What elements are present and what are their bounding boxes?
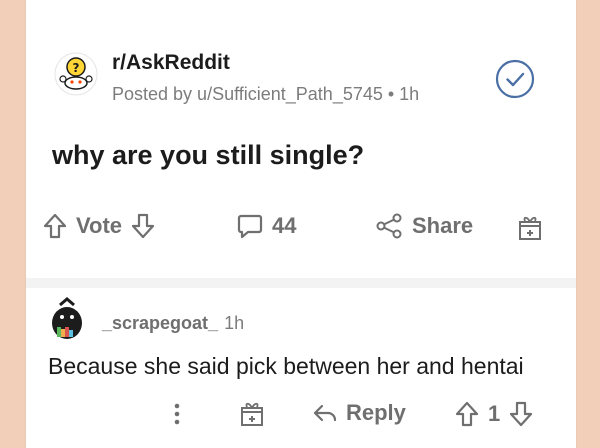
more-options-button[interactable] [172, 400, 182, 428]
vote-group: Vote [42, 212, 156, 240]
post-title[interactable]: why are you still single? [52, 140, 364, 171]
award-button[interactable] [516, 212, 544, 242]
award-gift-icon [516, 212, 544, 242]
share-label: Share [412, 213, 474, 238]
reply-label: Reply [346, 400, 406, 425]
share-button[interactable]: Share [374, 212, 473, 240]
post-card: ? r/AskReddit Posted by u/Sufficient_Pat… [26, 0, 576, 448]
more-dots-icon [172, 400, 182, 428]
post-meta: Posted by u/Sufficient_Path_5745 • 1h [112, 84, 420, 104]
joined-check-icon[interactable] [494, 58, 536, 100]
comments-count: 44 [272, 213, 297, 238]
vote-label: Vote [76, 213, 123, 238]
comment-vote-count: 1 [488, 401, 501, 426]
comment-username[interactable]: _scrapegoat_ [102, 313, 218, 333]
comment-action-bar: Reply 1 [26, 392, 576, 440]
comments-button[interactable]: 44 [236, 212, 296, 240]
share-icon [374, 212, 404, 240]
comment-bubble-icon [236, 212, 264, 240]
post-action-bar: Vote 44 Share [26, 204, 576, 254]
subreddit-avatar-icon[interactable]: ? [54, 52, 98, 96]
reply-arrow-icon [312, 401, 338, 425]
comment-time: 1h [224, 313, 245, 333]
upvote-arrow-icon[interactable] [454, 400, 480, 428]
award-gift-icon [238, 398, 266, 428]
comment-avatar-icon[interactable] [48, 297, 86, 341]
svg-text:?: ? [73, 61, 80, 75]
section-divider [26, 278, 576, 288]
downvote-arrow-icon[interactable] [130, 212, 156, 240]
upvote-arrow-icon[interactable] [42, 212, 68, 240]
comment-body: Because she said pick between her and he… [48, 353, 524, 379]
subreddit-name[interactable]: r/AskReddit [112, 51, 230, 75]
comment-award-button[interactable] [238, 398, 266, 428]
post: ? r/AskReddit Posted by u/Sufficient_Pat… [26, 0, 576, 276]
reply-button[interactable]: Reply [312, 400, 406, 426]
comment-author[interactable]: _scrapegoat_ 1h [102, 313, 244, 334]
downvote-arrow-icon[interactable] [508, 400, 534, 428]
comment-vote-group: 1 [454, 400, 534, 428]
